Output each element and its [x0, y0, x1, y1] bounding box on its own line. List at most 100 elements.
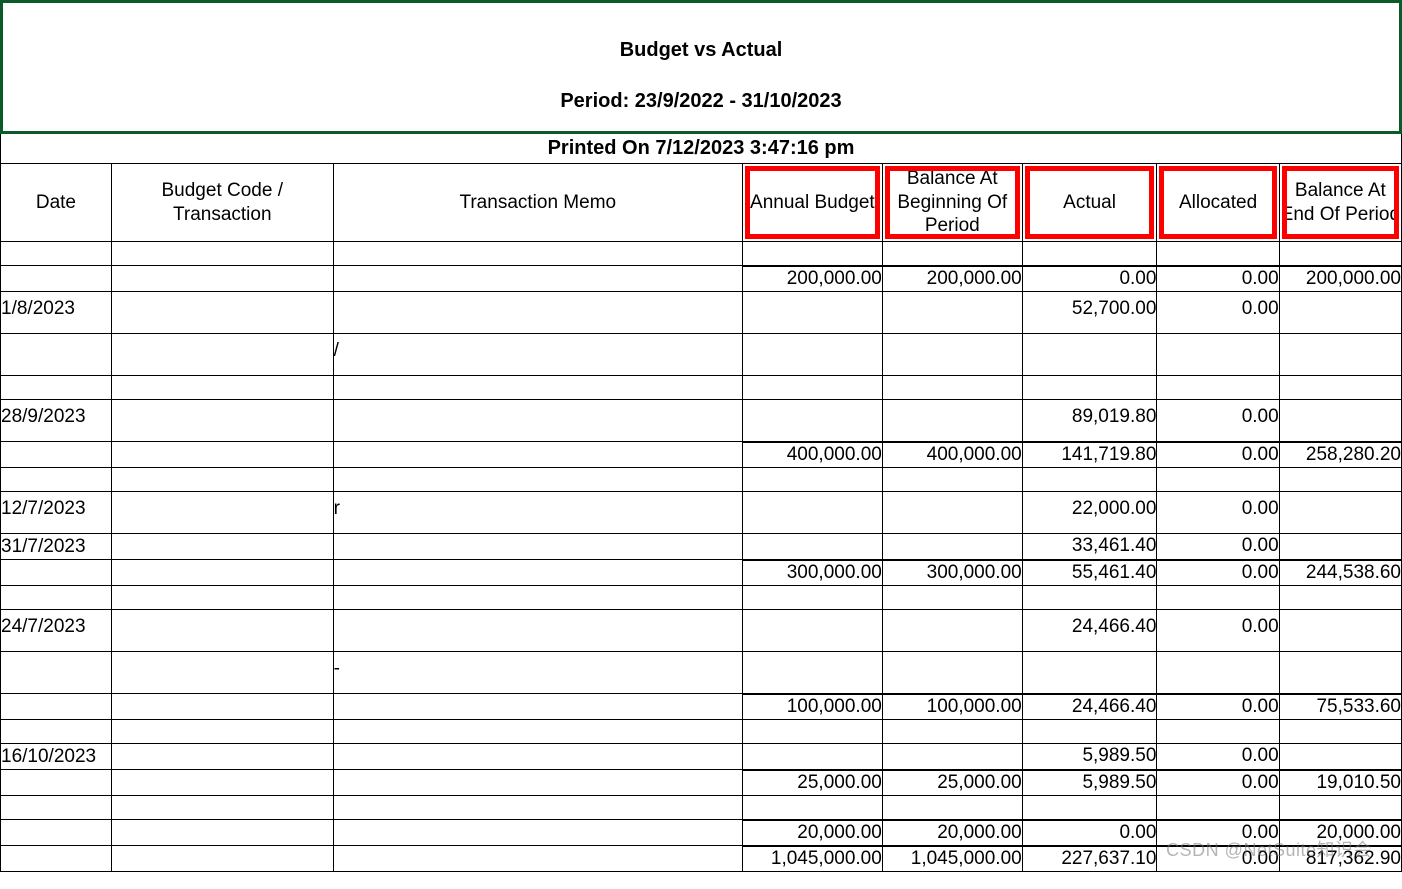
cell: [1279, 334, 1401, 376]
cell: 20,000.00: [882, 820, 1022, 846]
cell: 22,000.00: [1022, 492, 1157, 534]
cell: [1279, 376, 1401, 400]
cell: 28/9/2023: [1, 400, 112, 442]
table-row: 12/7/2023r22,000.000.00: [1, 492, 1402, 534]
cell: [742, 534, 882, 560]
cell: [1, 242, 112, 266]
cell: 244,538.60: [1279, 560, 1401, 586]
cell: [882, 586, 1022, 610]
col-actual: Actual: [1022, 164, 1157, 242]
cell: 0.00: [1022, 266, 1157, 292]
cell: [882, 744, 1022, 770]
cell: [333, 720, 742, 744]
table-row: [1, 796, 1402, 820]
cell: 24,466.40: [1022, 694, 1157, 720]
cell: 89,019.80: [1022, 400, 1157, 442]
cell: [111, 560, 333, 586]
cell: [333, 796, 742, 820]
table-row: 28/9/202389,019.800.00: [1, 400, 1402, 442]
table-row: 300,000.00300,000.0055,461.400.00244,538…: [1, 560, 1402, 586]
report-page: Budget vs Actual Period: 23/9/2022 - 31/…: [0, 0, 1402, 872]
cell: [111, 400, 333, 442]
cell: 0.00: [1157, 744, 1279, 770]
cell: 400,000.00: [882, 442, 1022, 468]
cell: [1279, 400, 1401, 442]
cell: [111, 720, 333, 744]
cell: [1279, 534, 1401, 560]
cell: [111, 334, 333, 376]
cell: [1279, 720, 1401, 744]
cell: -: [333, 652, 742, 694]
table-row: 16/10/20235,989.500.00: [1, 744, 1402, 770]
cell: [333, 744, 742, 770]
cell: [1279, 468, 1401, 492]
cell: [1157, 720, 1279, 744]
cell: 25,000.00: [742, 770, 882, 796]
cell: 0.00: [1157, 266, 1279, 292]
cell: 31/7/2023: [1, 534, 112, 560]
cell: [882, 468, 1022, 492]
cell: 24/7/2023: [1, 610, 112, 652]
cell: 100,000.00: [742, 694, 882, 720]
cell: [1, 586, 112, 610]
cell: /: [333, 334, 742, 376]
cell: [111, 744, 333, 770]
cell: [742, 334, 882, 376]
cell: [882, 652, 1022, 694]
cell: [742, 376, 882, 400]
cell: [333, 400, 742, 442]
col-alloc: Allocated: [1157, 164, 1279, 242]
cell: 300,000.00: [882, 560, 1022, 586]
cell: [111, 586, 333, 610]
table-row: /: [1, 334, 1402, 376]
table-row: 100,000.00100,000.0024,466.400.0075,533.…: [1, 694, 1402, 720]
table-row: 200,000.00200,000.000.000.00200,000.00: [1, 266, 1402, 292]
cell: 0.00: [1022, 820, 1157, 846]
cell: [333, 468, 742, 492]
cell: [1279, 586, 1401, 610]
cell: [1, 694, 112, 720]
cell: [882, 492, 1022, 534]
cell: [742, 744, 882, 770]
cell: [333, 694, 742, 720]
cell: [1, 442, 112, 468]
cell: 75,533.60: [1279, 694, 1401, 720]
cell: 52,700.00: [1022, 292, 1157, 334]
cell: [333, 846, 742, 872]
cell: 100,000.00: [882, 694, 1022, 720]
cell: 0.00: [1157, 442, 1279, 468]
table-row: -: [1, 652, 1402, 694]
col-date: Date: [1, 164, 112, 242]
cell: 1,045,000.00: [882, 846, 1022, 872]
cell: [333, 820, 742, 846]
cell: 0.00: [1157, 560, 1279, 586]
org-name-cut: [3, 13, 1399, 31]
cell: [1022, 468, 1157, 492]
cell: [742, 652, 882, 694]
table-row: 31/7/202333,461.400.00: [1, 534, 1402, 560]
cell: [1, 468, 112, 492]
cell: [111, 534, 333, 560]
cell: 16/10/2023: [1, 744, 112, 770]
cell: [1157, 334, 1279, 376]
col-annual: Annual Budget: [742, 164, 882, 242]
cell: 200,000.00: [1279, 266, 1401, 292]
cell: [1, 376, 112, 400]
cell: [882, 400, 1022, 442]
cell: [1157, 652, 1279, 694]
table-header-row: Date Budget Code / Transaction Transacti…: [1, 164, 1402, 242]
cell: 24,466.40: [1022, 610, 1157, 652]
cell: [1022, 334, 1157, 376]
cell: 0.00: [1157, 770, 1279, 796]
table-row: 400,000.00400,000.00141,719.800.00258,28…: [1, 442, 1402, 468]
cell: [333, 534, 742, 560]
cell: 227,637.10: [1022, 846, 1157, 872]
cell: 19,010.50: [1279, 770, 1401, 796]
cell: [111, 292, 333, 334]
cell: [1157, 796, 1279, 820]
cell: [1279, 242, 1401, 266]
cell: [333, 770, 742, 796]
cell: 5,989.50: [1022, 770, 1157, 796]
cell: 12/7/2023: [1, 492, 112, 534]
cell: 200,000.00: [882, 266, 1022, 292]
